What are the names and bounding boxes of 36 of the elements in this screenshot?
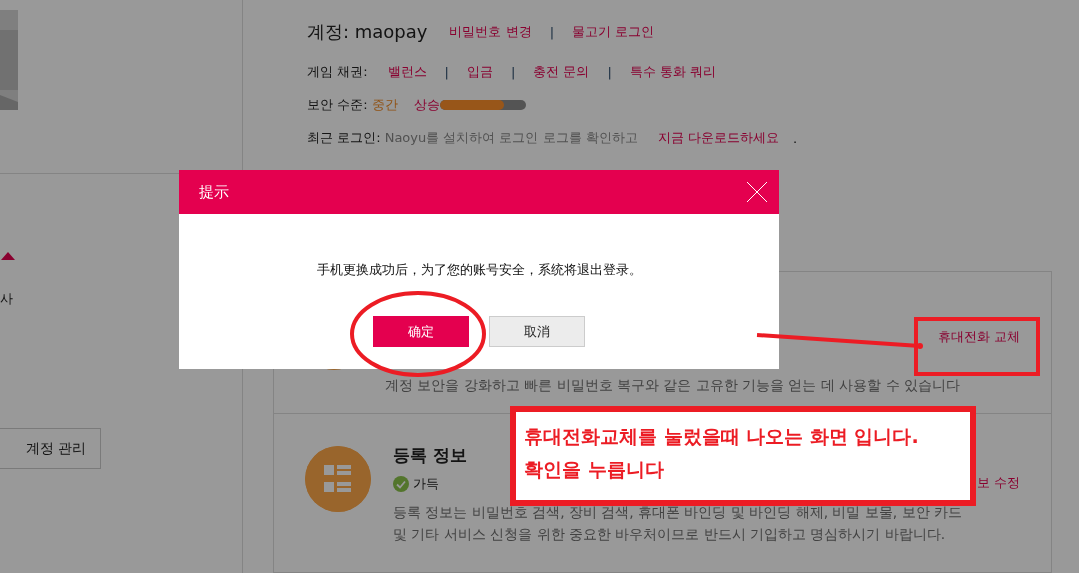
account-name: 계정: maopay xyxy=(307,20,428,44)
card-description: 계정 보안을 강화하고 빠른 비밀번호 복구와 같은 고유한 기능을 얻는 데 사용할 수 있습니다 xyxy=(385,376,960,395)
account-manage-button[interactable]: 계정 관리 xyxy=(0,428,101,469)
credit-link[interactable]: 특수 통화 쿼리 xyxy=(629,63,717,81)
upgrade-link[interactable]: 상승 xyxy=(413,96,440,114)
dialog-message: 手机更换成功后，为了您的账号安全，系统将退出登录。 xyxy=(315,261,643,279)
security-value: 중간 xyxy=(371,96,398,114)
card-action-link[interactable]: 보 수정 xyxy=(976,474,1020,492)
field-label: 보안 수준: xyxy=(307,96,368,114)
account-link[interactable]: 물고기 로그인 xyxy=(572,23,655,41)
separator: | xyxy=(510,64,516,80)
card-title: 등록 정보 xyxy=(393,444,468,467)
annotation-note: 휴대전화교체를 눌렀을때 나오는 화면 입니다. 확인을 누릅니다 xyxy=(510,406,976,506)
caret-icon[interactable] xyxy=(1,252,15,260)
field-label: 게임 채권: xyxy=(307,63,368,81)
card-action-link[interactable]: 휴대전화 교체 xyxy=(937,328,1020,346)
credit-link[interactable]: 입금 xyxy=(466,63,493,81)
cancel-button[interactable]: 取消 xyxy=(489,316,585,347)
account-link[interactable]: 비밀번호 변경 xyxy=(449,23,532,41)
separator: | xyxy=(549,24,554,40)
card-description: 등록 정보는 비밀번호 검색, 장비 검색, 휴대폰 바인딩 및 바인딩 해제, 비밀 보물, 보안 카드 및 기타 서비스 신청을 위한 중요한 바우처이므로 반드시 기입하고 명심하시기 바랍니다. xyxy=(393,503,962,544)
list-icon xyxy=(305,446,371,512)
close-icon[interactable] xyxy=(746,181,768,203)
check-icon xyxy=(393,476,409,492)
confirm-button[interactable]: 确定 xyxy=(373,316,469,347)
field-label: 최근 로그인: xyxy=(307,129,381,147)
separator: | xyxy=(444,64,449,80)
credit-link[interactable]: 밸런스 xyxy=(387,63,427,81)
menu-label: 사 xyxy=(0,290,14,308)
credit-link[interactable]: 충전 문의 xyxy=(533,63,590,81)
dialog-title: 提示 xyxy=(199,182,229,202)
login-hint: Naoyu를 설치하여 로그인 로그를 확인하고 xyxy=(384,129,638,147)
separator: | xyxy=(607,64,612,80)
download-link[interactable]: 지금 다운로드하세요 xyxy=(657,129,779,147)
period-text: . xyxy=(792,130,798,146)
status-text: 가득 xyxy=(413,475,439,493)
